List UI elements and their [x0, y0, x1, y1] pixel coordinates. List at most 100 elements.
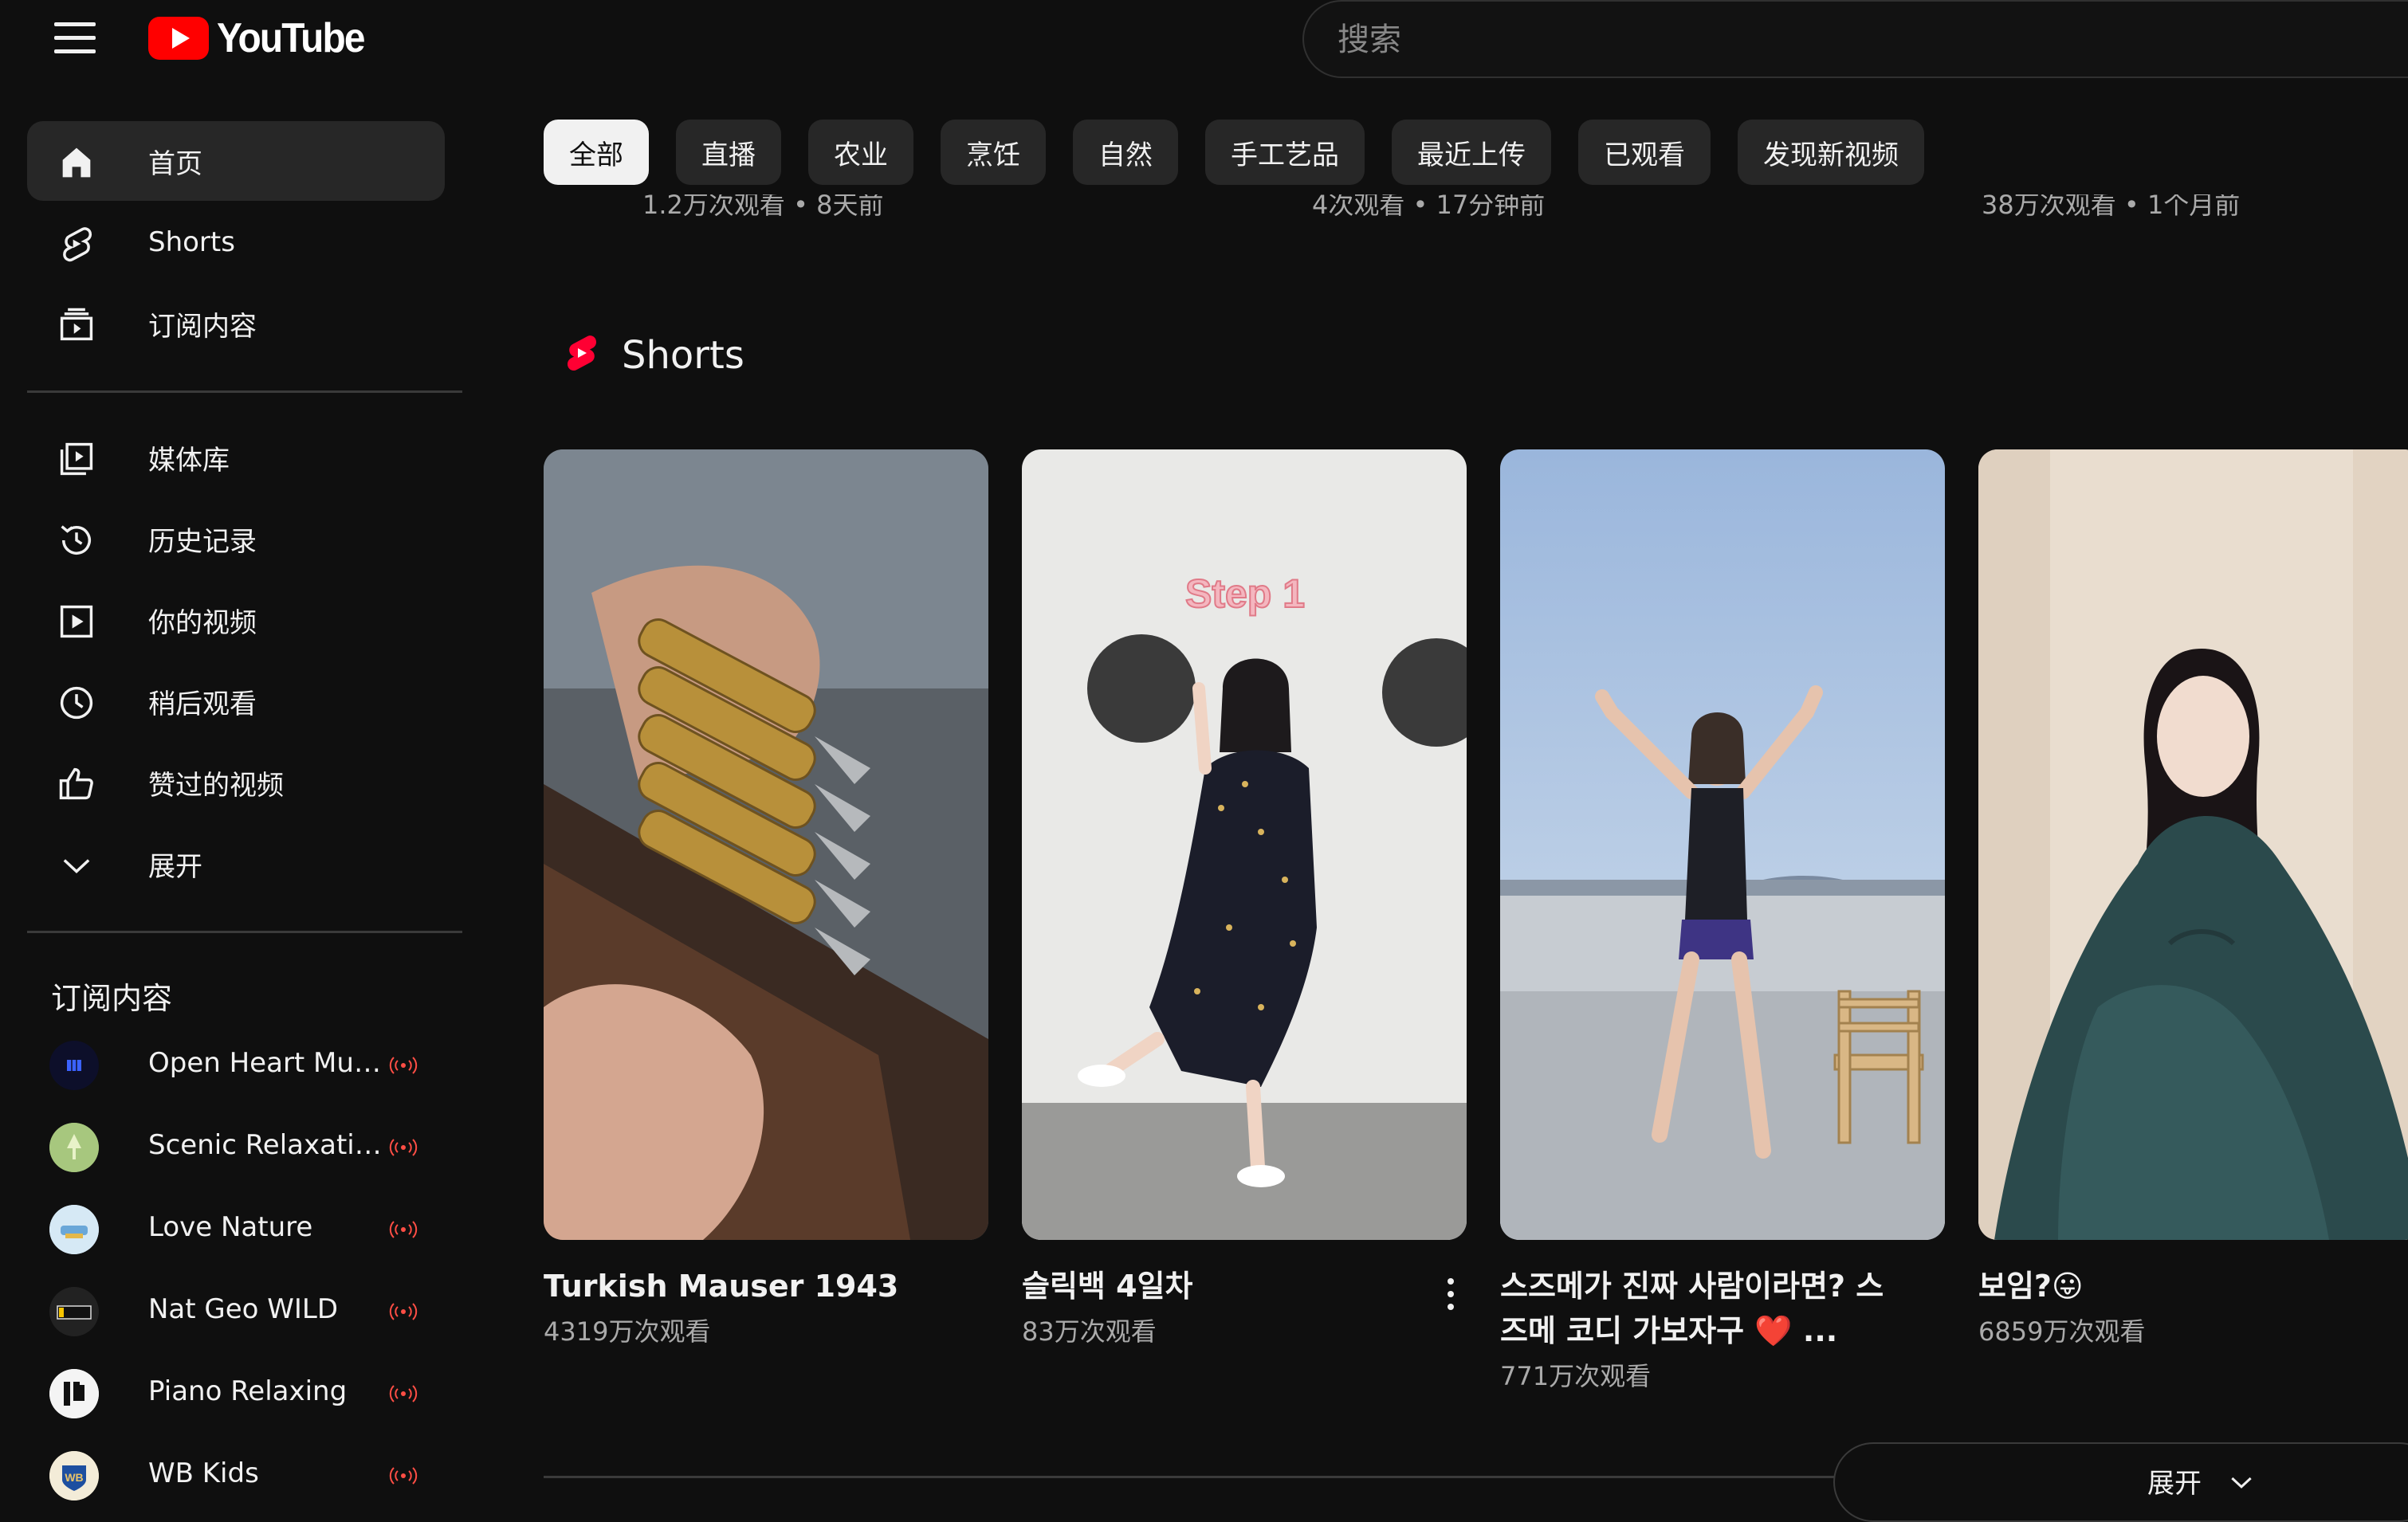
chevron-down-icon — [2231, 1477, 2252, 1489]
sidebar-item-label: 赞过的视频 — [148, 769, 284, 802]
svg-text:WB: WB — [65, 1471, 83, 1484]
short-views: 6859万次观看 — [1978, 1316, 2146, 1347]
sidebar-item-subscriptions[interactable]: 订阅内容 — [27, 284, 445, 363]
shorts-section-title: Shorts — [622, 333, 744, 378]
sidebar-item-label: 你的视频 — [148, 606, 257, 639]
short-title[interactable]: 보임?😛 — [1978, 1264, 2361, 1308]
sidebar-item-home[interactable]: 首页 — [27, 121, 445, 201]
home-icon — [62, 147, 91, 178]
top-bar: YouTube — [0, 0, 2408, 84]
channel-name: Love Nature — [148, 1211, 313, 1243]
sidebar-item-label: 订阅内容 — [148, 310, 257, 343]
sidebar: 首页 Shorts 订阅内容 媒体库 历史记录 你的视频 稍后观看 赞过的视频 … — [0, 84, 478, 1500]
channel-avatar — [49, 1205, 99, 1254]
watch-later-icon — [60, 686, 93, 720]
thumbs-up-icon — [59, 767, 93, 800]
chevron-down-icon — [63, 859, 90, 873]
video-meta: 1.2万次观看 • 8天前 — [642, 194, 883, 226]
sidebar-item-label: Shorts — [148, 226, 235, 258]
chip-nature[interactable]: 自然 — [1073, 120, 1178, 185]
short-title[interactable]: Turkish Mauser 1943 — [544, 1264, 926, 1308]
chip-live[interactable]: 直播 — [676, 120, 781, 185]
short-thumbnail[interactable] — [1500, 449, 1945, 1240]
short-title[interactable]: 스즈메가 진짜 사람이라면? 스즈메 코디 가보자구 ❤️ ... — [1500, 1264, 1899, 1353]
chip-new-to-you[interactable]: 发现新视频 — [1738, 120, 1924, 185]
channel-avatar: WB — [49, 1451, 99, 1500]
sidebar-item-history[interactable]: 历史记录 — [27, 499, 445, 579]
short-card[interactable]: Turkish Mauser 1943 4319万次观看 — [544, 449, 988, 1348]
logo-text: YouTube — [217, 15, 365, 61]
short-thumbnail[interactable] — [544, 449, 988, 1240]
live-icon — [389, 1303, 418, 1320]
sidebar-item-your-videos[interactable]: 你的视频 — [27, 580, 445, 660]
thumbnail-overlay-text: Step 1 — [1185, 571, 1305, 616]
channel-avatar — [49, 1041, 99, 1090]
sidebar-item-liked-videos[interactable]: 赞过的视频 — [27, 743, 445, 822]
subscription-item[interactable]: Scenic Relaxation — [27, 1107, 445, 1187]
sidebar-item-shorts[interactable]: Shorts — [27, 202, 445, 282]
channel-name: Open Heart Musi... — [148, 1047, 387, 1079]
shorts-logo-icon — [568, 335, 596, 371]
shorts-expand-button[interactable]: 展开 — [1833, 1442, 2408, 1522]
short-card[interactable]: 보임?😛 6859万次观看 — [1978, 449, 2408, 1348]
subscription-item[interactable]: Piano Relaxing — [27, 1353, 445, 1433]
video-meta-text: 1.2万次观看 • 8天前 — [642, 194, 884, 220]
shorts-section-header: Shorts — [563, 333, 744, 378]
search-input[interactable] — [1336, 18, 2372, 62]
short-views: 4319万次观看 — [544, 1316, 711, 1347]
menu-icon[interactable] — [54, 19, 96, 57]
sidebar-divider — [27, 931, 462, 933]
sidebar-item-label: 媒体库 — [148, 444, 230, 477]
channel-avatar — [49, 1287, 99, 1336]
library-icon — [60, 442, 93, 476]
channel-avatar — [49, 1369, 99, 1418]
chip-recently-uploaded[interactable]: 最近上传 — [1392, 120, 1551, 185]
filter-chips: 全部 直播 农业 烹饪 自然 手工艺品 最近上传 已观看 发现新视频 — [544, 120, 1924, 185]
sidebar-item-label: 展开 — [148, 850, 202, 883]
short-thumbnail[interactable] — [1978, 449, 2408, 1240]
video-meta-text: 38万次观看 • 1个月前 — [1982, 194, 2241, 220]
short-card[interactable]: Step 1 슬릭백 4일차 83万次观看 — [1022, 449, 1467, 1348]
subscription-item[interactable]: Nat Geo WILD — [27, 1271, 445, 1351]
chip-crafts[interactable]: 手工艺品 — [1205, 120, 1365, 185]
sidebar-item-label: 稍后观看 — [148, 688, 257, 720]
channel-avatar — [49, 1123, 99, 1172]
more-options-icon[interactable] — [1435, 1270, 1467, 1318]
chip-all[interactable]: 全部 — [544, 120, 649, 185]
subscriptions-icon — [60, 308, 93, 341]
shorts-icon — [63, 227, 92, 262]
video-meta: 4次观看 • 17分钟前 — [1312, 194, 1545, 226]
video-meta-text: 4次观看 • 17分钟前 — [1312, 194, 1546, 220]
youtube-logo[interactable]: YouTube — [148, 14, 377, 62]
chip-watched[interactable]: 已观看 — [1578, 120, 1711, 185]
expand-label: 展开 — [2147, 1468, 2202, 1500]
live-icon — [389, 1385, 418, 1402]
video-meta: 38万次观看 • 1个月前 — [1982, 194, 2240, 226]
short-card[interactable]: 스즈메가 진짜 사람이라면? 스즈메 코디 가보자구 ❤️ ... 771万次观… — [1500, 449, 1945, 1393]
sidebar-item-expand[interactable]: 展开 — [27, 824, 445, 904]
sidebar-item-library[interactable]: 媒体库 — [27, 418, 445, 497]
sidebar-item-label: 首页 — [148, 147, 202, 180]
live-icon — [389, 1467, 418, 1485]
channel-name: Nat Geo WILD — [148, 1293, 339, 1325]
live-icon — [389, 1057, 418, 1074]
chip-agriculture[interactable]: 农业 — [808, 120, 913, 185]
search-bar[interactable] — [1302, 0, 2408, 78]
short-title[interactable]: 슬릭백 4일차 — [1022, 1264, 1404, 1308]
subscription-item[interactable]: Open Heart Musi... — [27, 1025, 445, 1104]
sidebar-divider — [27, 390, 462, 393]
chip-cooking[interactable]: 烹饪 — [941, 120, 1046, 185]
channel-name: Scenic Relaxation — [148, 1129, 387, 1161]
subscription-item[interactable]: WB WB Kids — [27, 1435, 445, 1515]
subscription-item[interactable]: Love Nature — [27, 1189, 445, 1269]
sidebar-item-label: 历史记录 — [148, 525, 257, 558]
sidebar-item-watch-later[interactable]: 稍后观看 — [27, 661, 445, 741]
channel-name: Piano Relaxing — [148, 1375, 348, 1407]
subscriptions-section-title: 订阅内容 — [51, 981, 173, 1016]
live-icon — [389, 1221, 418, 1238]
live-icon — [389, 1139, 418, 1156]
short-views: 771万次观看 — [1500, 1361, 1652, 1391]
short-thumbnail[interactable]: Step 1 — [1022, 449, 1467, 1240]
history-icon — [61, 525, 91, 555]
your-videos-icon — [60, 605, 93, 638]
